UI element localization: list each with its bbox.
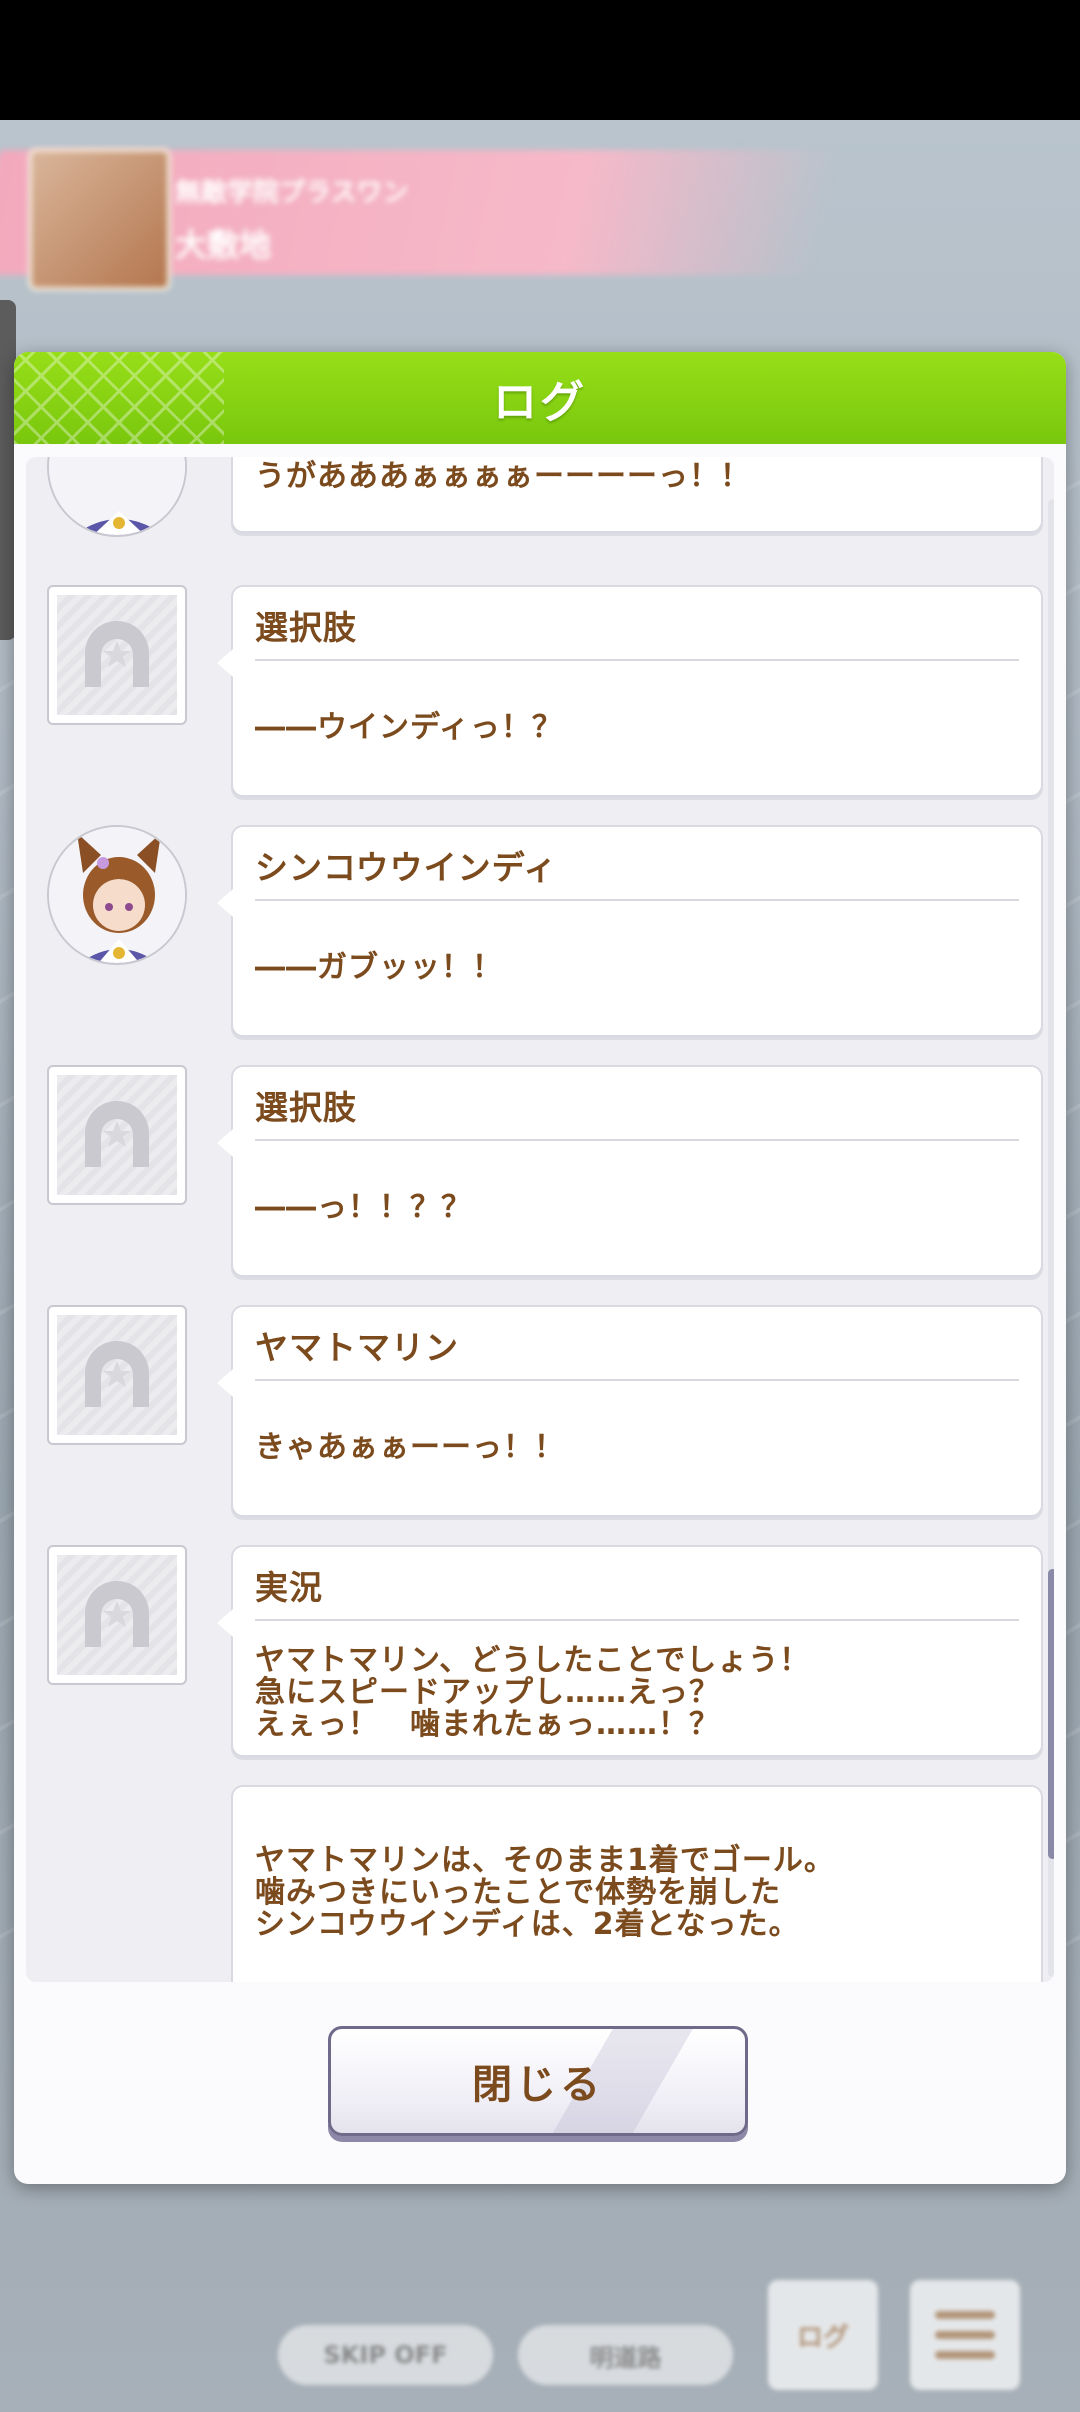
bubble-tail xyxy=(217,1609,233,1637)
message-text: ヤマトマリン、どうしたことでしょう！ 急にスピードアップし……えっ？ えぇっ！ … xyxy=(255,1643,811,1742)
message-bubble: 実況 ヤマトマリン、どうしたことでしょう！ 急にスピードアップし……えっ？ えぇ… xyxy=(217,1545,1043,1757)
bubble-tail xyxy=(217,649,233,677)
speaker-name: 選択肢 xyxy=(255,1088,357,1127)
speaker-name: 実況 xyxy=(255,1568,323,1607)
dialog-header: ログ xyxy=(14,352,1066,444)
background-banner-line2: 大敷地 xyxy=(175,226,272,264)
speaker-name: シンコウウインディ xyxy=(255,848,558,887)
bubble-tail xyxy=(217,1369,233,1397)
message-bubble: ヤマトマリン きゃあぁぁーーっ！！ xyxy=(217,1305,1043,1517)
close-button[interactable]: 閉じる xyxy=(328,2026,748,2136)
bubble-tail xyxy=(217,1129,233,1157)
message-text: ――ウインディっ！？ xyxy=(255,710,563,745)
status-bar xyxy=(0,0,1080,120)
message-text: きゃあぁぁーーっ！！ xyxy=(255,1430,565,1465)
divider xyxy=(255,1139,1019,1141)
dialog-title: ログ xyxy=(493,377,587,428)
avatar xyxy=(47,1065,187,1205)
log-dialog: ログ うがあああぁぁぁぁーーーーっ！！ 選択肢 ――ウインディっ！？ シンコウウ… xyxy=(14,352,1066,2184)
horseshoe-placeholder-icon xyxy=(85,1581,149,1647)
horseshoe-placeholder-icon xyxy=(85,621,149,687)
avatar xyxy=(47,585,187,725)
message-text: ――っ！！？？ xyxy=(255,1190,472,1225)
hamburger-menu-icon xyxy=(935,2311,995,2359)
narration-bubble: ヤマトマリンは、そのまま1着でゴール。 噛みつきにいったことで体勢を崩した シン… xyxy=(231,1785,1043,1982)
avatar xyxy=(47,1545,187,1685)
avatar-placeholder-bg xyxy=(57,595,177,715)
message-bubble: うがあああぁぁぁぁーーーーっ！！ xyxy=(231,457,1043,533)
speaker-name: ヤマトマリン xyxy=(255,1328,459,1367)
bubble-tail xyxy=(217,889,233,917)
avatar xyxy=(47,1305,187,1445)
divider xyxy=(255,899,1019,901)
header-pattern xyxy=(14,352,224,444)
character-portrait-icon xyxy=(49,457,185,535)
message-bubble: 選択肢 ――っ！！？？ xyxy=(217,1065,1043,1277)
skip-button[interactable]: SKIP OFF xyxy=(278,2325,493,2385)
auto-button[interactable]: 明道路 xyxy=(518,2325,733,2385)
close-button-label: 閉じる xyxy=(472,2062,604,2108)
speaker-name: 選択肢 xyxy=(255,608,357,647)
scrollbar[interactable] xyxy=(1048,499,1054,1977)
divider xyxy=(255,1619,1019,1621)
message-text: ヤマトマリンは、そのまま1着でゴール。 噛みつきにいったことで体勢を崩した シン… xyxy=(255,1843,835,1942)
background-character-portrait xyxy=(28,148,171,291)
character-portrait-icon xyxy=(49,827,185,963)
horseshoe-placeholder-icon xyxy=(85,1101,149,1167)
log-list[interactable]: うがあああぁぁぁぁーーーーっ！！ 選択肢 ――ウインディっ！？ シンコウウインデ… xyxy=(26,457,1054,1982)
log-shortcut-label: ログ xyxy=(796,2322,849,2353)
background-banner-line1: 無敵学院プラスワン xyxy=(175,178,409,208)
avatar-placeholder-bg xyxy=(57,1075,177,1195)
avatar-placeholder-bg xyxy=(57,1315,177,1435)
scrollbar-thumb[interactable] xyxy=(1048,1569,1054,1859)
menu-button[interactable] xyxy=(910,2280,1020,2390)
message-bubble: 選択肢 ――ウインディっ！？ xyxy=(217,585,1043,797)
message-bubble: シンコウウインディ ――ガブッッ！！ xyxy=(217,825,1043,1037)
message-text: うがあああぁぁぁぁーーーーっ！！ xyxy=(255,459,751,494)
divider xyxy=(255,1379,1019,1381)
avatar-placeholder-bg xyxy=(57,1555,177,1675)
message-text: ――ガブッッ！！ xyxy=(255,950,503,985)
log-shortcut-button[interactable]: ログ xyxy=(768,2280,878,2390)
divider xyxy=(255,659,1019,661)
avatar xyxy=(47,825,187,965)
horseshoe-placeholder-icon xyxy=(85,1341,149,1407)
avatar xyxy=(47,457,187,537)
